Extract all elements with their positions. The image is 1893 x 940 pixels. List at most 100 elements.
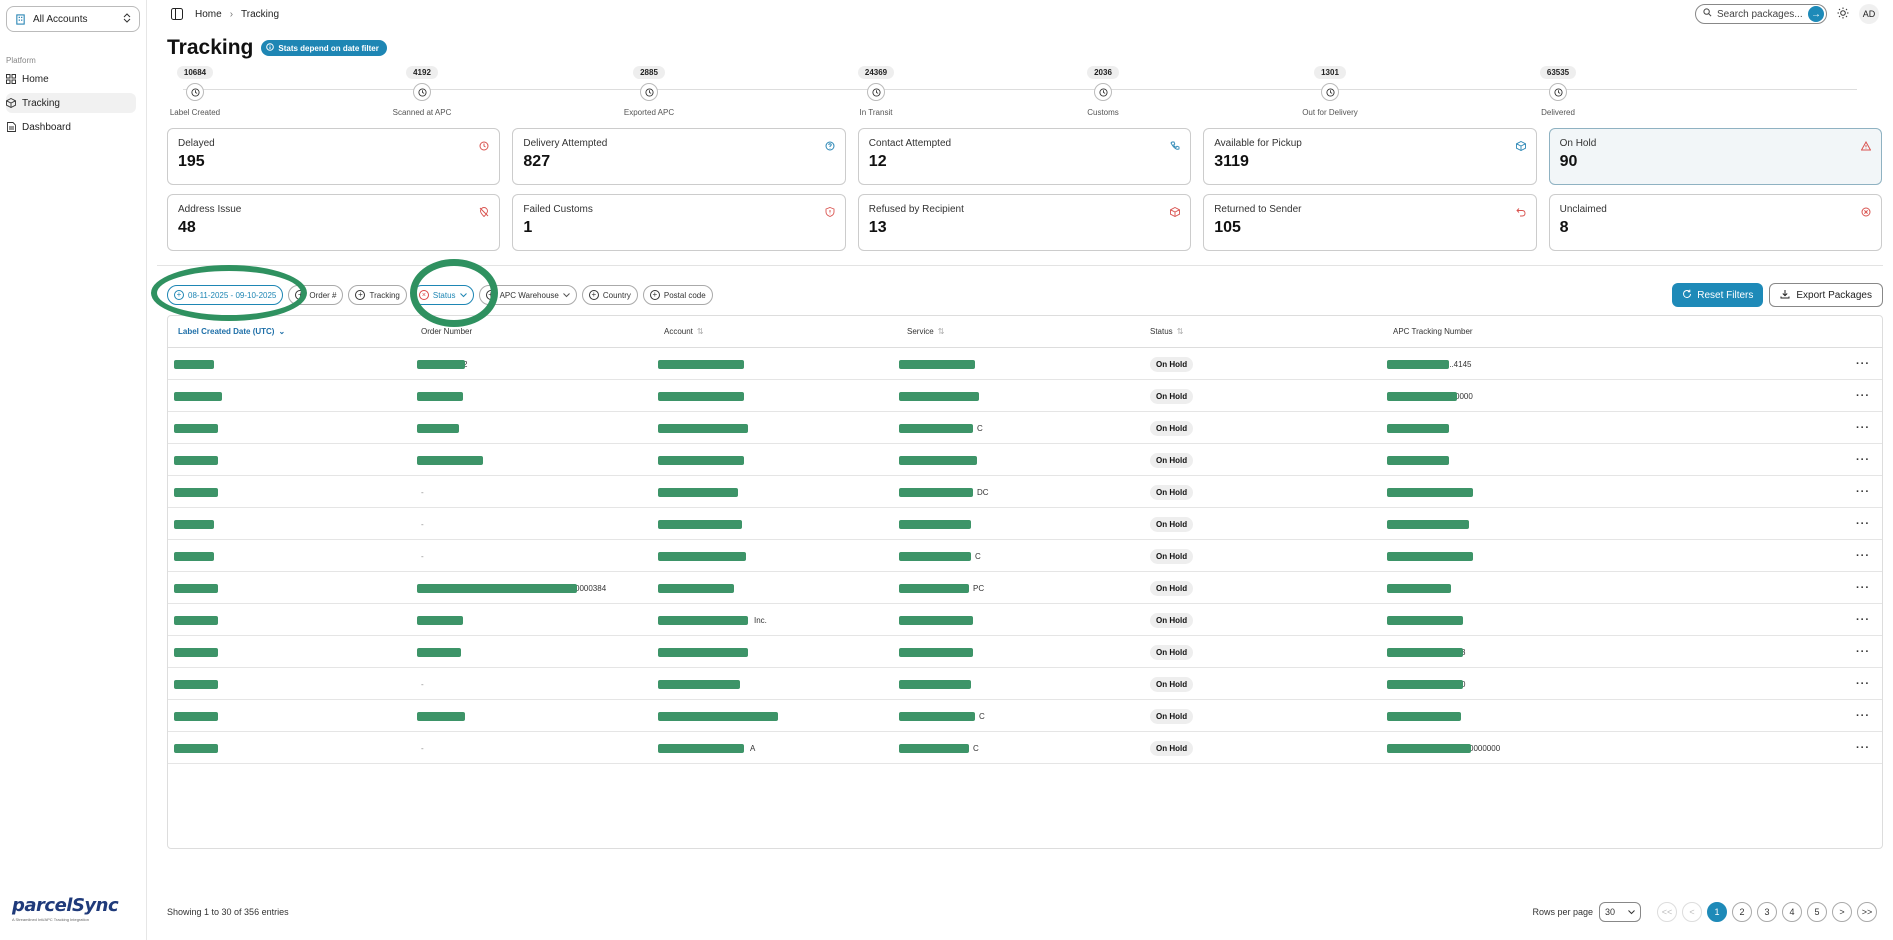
table-row[interactable]: 00270050_2 On Hold ...4145 ··· bbox=[168, 348, 1882, 380]
sidebar-section-label: Platform bbox=[6, 56, 36, 65]
redaction-mark bbox=[1387, 679, 1463, 689]
column-header-service[interactable]: Service ⇅ bbox=[897, 327, 1140, 336]
document-icon bbox=[6, 122, 16, 132]
row-actions-menu-icon[interactable]: ··· bbox=[1828, 444, 1882, 476]
redaction-mark bbox=[174, 359, 214, 369]
pipeline-stage[interactable]: 1301 Out for Delivery bbox=[1290, 62, 1370, 117]
row-actions-menu-icon[interactable]: ··· bbox=[1828, 572, 1882, 604]
package-icon bbox=[6, 98, 16, 108]
row-actions-menu-icon[interactable]: ··· bbox=[1828, 540, 1882, 572]
card-contact-attempted[interactable]: Contact Attempted 12 bbox=[857, 128, 1192, 185]
alert-triangle-icon bbox=[1860, 138, 1872, 151]
row-actions-menu-icon[interactable]: ··· bbox=[1828, 604, 1882, 636]
pipeline-stage[interactable]: 63535 Delivered bbox=[1518, 62, 1598, 117]
table-row[interactable]: C On Hold ··· bbox=[168, 412, 1882, 444]
column-header-status[interactable]: Status ⇅ bbox=[1140, 327, 1383, 336]
card-label: Contact Attempted bbox=[868, 138, 952, 149]
page-button[interactable]: 4 bbox=[1782, 902, 1802, 922]
sidebar-item-label: Tracking bbox=[22, 97, 60, 109]
page-button[interactable]: 3 bbox=[1757, 902, 1777, 922]
card-returned-to-sender[interactable]: Returned to Sender 105 bbox=[1203, 194, 1537, 251]
theme-toggle-icon[interactable] bbox=[1837, 7, 1849, 22]
page-button[interactable]: 1 bbox=[1707, 902, 1727, 922]
card-on-hold[interactable]: On Hold 90 bbox=[1548, 128, 1882, 185]
cell-apc-tracking bbox=[1383, 412, 1828, 444]
clock-icon bbox=[1094, 83, 1112, 101]
sidebar-item-home[interactable]: Home bbox=[6, 69, 140, 89]
sidebar-item-dashboard[interactable]: Dashboard bbox=[6, 117, 140, 137]
country-filter[interactable]: + Country bbox=[581, 285, 638, 305]
redaction-mark bbox=[899, 519, 971, 529]
pipeline-stage[interactable]: 2036 Customs bbox=[1063, 62, 1143, 117]
card-failed-customs[interactable]: Failed Customs 1 bbox=[512, 194, 846, 251]
avatar[interactable]: AD bbox=[1859, 4, 1879, 24]
search-submit-button[interactable]: → bbox=[1808, 6, 1824, 22]
sidebar-toggle-icon[interactable] bbox=[171, 8, 183, 20]
column-header-apc-tracking[interactable]: APC Tracking Number bbox=[1383, 327, 1828, 336]
table-row[interactable]: On Hold 3 ··· bbox=[168, 636, 1882, 668]
row-actions-menu-icon[interactable]: ··· bbox=[1828, 348, 1882, 380]
table-row[interactable]: - On Hold ··· bbox=[168, 508, 1882, 540]
table-row[interactable]: 0000384 PC On Hold ··· bbox=[168, 572, 1882, 604]
row-actions-menu-icon[interactable]: ··· bbox=[1828, 668, 1882, 700]
parcelsync-logo: parcelSync A Streamlined Intl/APC Tracki… bbox=[12, 895, 119, 922]
prev-page-button[interactable]: < bbox=[1682, 902, 1702, 922]
table-row[interactable]: - DC On Hold ··· bbox=[168, 476, 1882, 508]
redaction-mark bbox=[899, 391, 979, 401]
card-value: 13 bbox=[868, 219, 887, 236]
table-row[interactable]: - C On Hold ··· bbox=[168, 540, 1882, 572]
plus-circle-icon: + bbox=[649, 290, 660, 300]
table-row[interactable]: On Hold 0000 ··· bbox=[168, 380, 1882, 412]
card-address-issue[interactable]: Address Issue 48 bbox=[167, 194, 501, 251]
card-available-for-pickup[interactable]: Available for Pickup 3119 bbox=[1203, 128, 1537, 185]
column-header-order-number[interactable]: Order Number bbox=[411, 327, 654, 336]
card-refused-by-recipient[interactable]: Refused by Recipient 13 bbox=[857, 194, 1192, 251]
pipeline-stage[interactable]: 4192 Scanned at APC bbox=[382, 62, 462, 117]
tracking-filter[interactable]: + Tracking bbox=[348, 285, 407, 305]
export-packages-button[interactable]: Export Packages bbox=[1769, 283, 1883, 307]
cell-service bbox=[897, 444, 1140, 476]
row-actions-menu-icon[interactable]: ··· bbox=[1828, 412, 1882, 444]
table-row[interactable]: C On Hold ··· bbox=[168, 700, 1882, 732]
row-actions-menu-icon[interactable]: ··· bbox=[1828, 508, 1882, 540]
next-page-button[interactable]: > bbox=[1832, 902, 1852, 922]
reset-filters-button[interactable]: Reset Filters bbox=[1672, 283, 1764, 307]
pipeline-stage[interactable]: 2885 Exported APC bbox=[609, 62, 689, 117]
row-actions-menu-icon[interactable]: ··· bbox=[1828, 732, 1882, 764]
page-button[interactable]: 5 bbox=[1807, 902, 1827, 922]
breadcrumb-home[interactable]: Home bbox=[195, 9, 222, 20]
pipeline-stage[interactable]: 10684 Label Created bbox=[155, 62, 235, 117]
account-selector[interactable]: All Accounts bbox=[6, 6, 140, 32]
card-delivery-attempted[interactable]: Delivery Attempted 827 bbox=[512, 128, 846, 185]
column-header-label-created[interactable]: Label Created Date (UTC) ⌄ bbox=[168, 327, 411, 336]
row-actions-menu-icon[interactable]: ··· bbox=[1828, 636, 1882, 668]
cell-status: On Hold bbox=[1140, 348, 1383, 380]
page-button[interactable]: 2 bbox=[1732, 902, 1752, 922]
country-filter-label: Country bbox=[602, 290, 631, 300]
card-unclaimed[interactable]: Unclaimed 8 bbox=[1548, 194, 1882, 251]
table-row[interactable]: - A C On Hold 0000000 ··· bbox=[168, 732, 1882, 764]
cell-text-fragment: C bbox=[979, 711, 985, 721]
divider bbox=[157, 265, 1883, 266]
card-delayed[interactable]: Delayed 195 bbox=[167, 128, 501, 185]
building-icon bbox=[15, 13, 27, 25]
status-badge: On Hold bbox=[1150, 644, 1194, 660]
pipeline-stage[interactable]: 24369 In Transit bbox=[836, 62, 916, 117]
postal-code-filter[interactable]: + Postal code bbox=[642, 285, 713, 305]
row-actions-menu-icon[interactable]: ··· bbox=[1828, 700, 1882, 732]
card-value: 48 bbox=[178, 219, 196, 236]
sidebar-item-tracking[interactable]: Tracking bbox=[6, 93, 136, 113]
row-actions-menu-icon[interactable]: ··· bbox=[1828, 476, 1882, 508]
last-page-button[interactable]: >> bbox=[1857, 902, 1877, 922]
rows-per-page-select[interactable]: 30 bbox=[1599, 902, 1641, 922]
status-badge: On Hold bbox=[1150, 516, 1194, 532]
table-row[interactable]: On Hold ··· bbox=[168, 444, 1882, 476]
search-input[interactable]: Search packages... → bbox=[1695, 4, 1827, 24]
chevron-down-icon bbox=[563, 291, 570, 300]
table-row[interactable]: - On Hold 0 ··· bbox=[168, 668, 1882, 700]
column-header-account[interactable]: Account ⇅ bbox=[654, 327, 897, 336]
cell-text-fragment: PC bbox=[973, 583, 985, 593]
table-row[interactable]: Inc. On Hold ··· bbox=[168, 604, 1882, 636]
first-page-button[interactable]: << bbox=[1657, 902, 1677, 922]
row-actions-menu-icon[interactable]: ··· bbox=[1828, 380, 1882, 412]
